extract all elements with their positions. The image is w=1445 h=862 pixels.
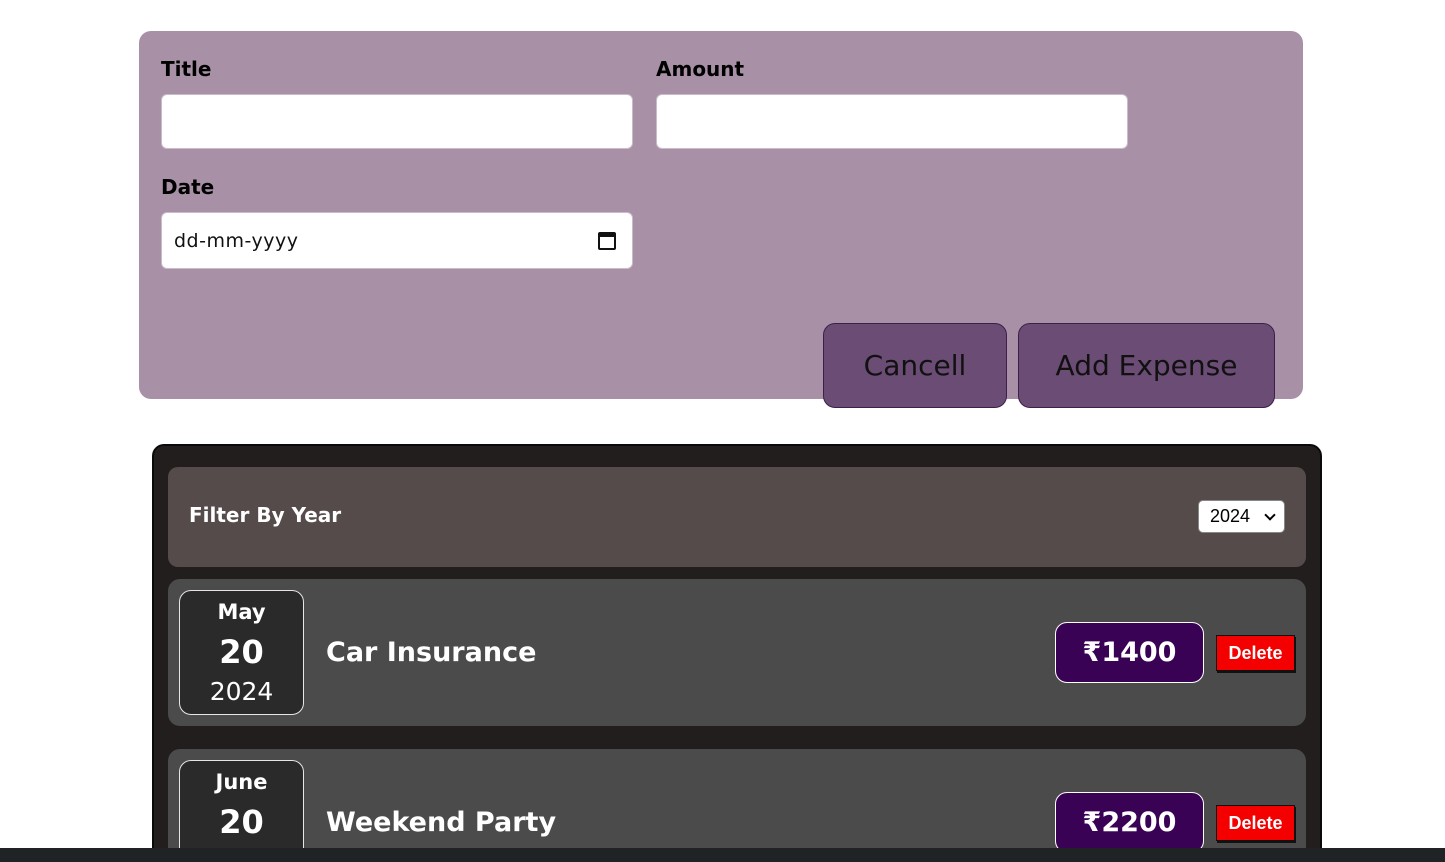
filter-label: Filter By Year bbox=[189, 503, 342, 527]
calendar-icon[interactable] bbox=[598, 231, 616, 250]
date-placeholder: dd-mm-yyyy bbox=[174, 229, 299, 252]
chevron-down-icon bbox=[1264, 509, 1276, 521]
amount-label: Amount bbox=[656, 57, 745, 81]
expenses-panel: Filter By Year 2024 May 20 2024 Car Insu… bbox=[152, 444, 1322, 862]
page: Title Amount Date dd-mm-yyyy Cancell Add… bbox=[0, 0, 1445, 862]
title-label: Title bbox=[161, 57, 212, 81]
year-select-value: 2024 bbox=[1210, 506, 1251, 526]
expense-month: June bbox=[215, 770, 268, 794]
date-label: Date bbox=[161, 175, 215, 199]
expenses-filter: Filter By Year 2024 bbox=[168, 467, 1306, 567]
delete-button[interactable]: Delete bbox=[1216, 635, 1295, 671]
expense-day: 20 bbox=[219, 633, 264, 671]
cancel-button[interactable]: Cancell bbox=[823, 323, 1007, 408]
expense-amount: ₹1400 bbox=[1055, 622, 1204, 683]
expense-year: 2024 bbox=[209, 677, 274, 706]
expense-item: June 20 2024 Weekend Party ₹2200 Delete bbox=[168, 749, 1306, 862]
expense-amount: ₹2200 bbox=[1055, 792, 1204, 853]
expense-date: June 20 2024 bbox=[179, 760, 304, 862]
new-expense-form: Title Amount Date dd-mm-yyyy Cancell Add… bbox=[139, 31, 1303, 408]
taskbar bbox=[0, 848, 1445, 862]
year-select[interactable]: 2024 bbox=[1198, 500, 1285, 533]
expense-day: 20 bbox=[219, 803, 264, 841]
date-input[interactable]: dd-mm-yyyy bbox=[161, 212, 633, 269]
expense-month: May bbox=[217, 600, 266, 624]
expense-date: May 20 2024 bbox=[179, 590, 304, 715]
delete-button[interactable]: Delete bbox=[1216, 805, 1295, 841]
expense-title: Car Insurance bbox=[326, 637, 537, 668]
title-input[interactable] bbox=[161, 94, 633, 149]
expense-item: May 20 2024 Car Insurance ₹1400 Delete bbox=[168, 579, 1306, 726]
expense-title: Weekend Party bbox=[326, 807, 557, 838]
amount-input[interactable] bbox=[656, 94, 1128, 149]
add-expense-button[interactable]: Add Expense bbox=[1018, 323, 1275, 408]
